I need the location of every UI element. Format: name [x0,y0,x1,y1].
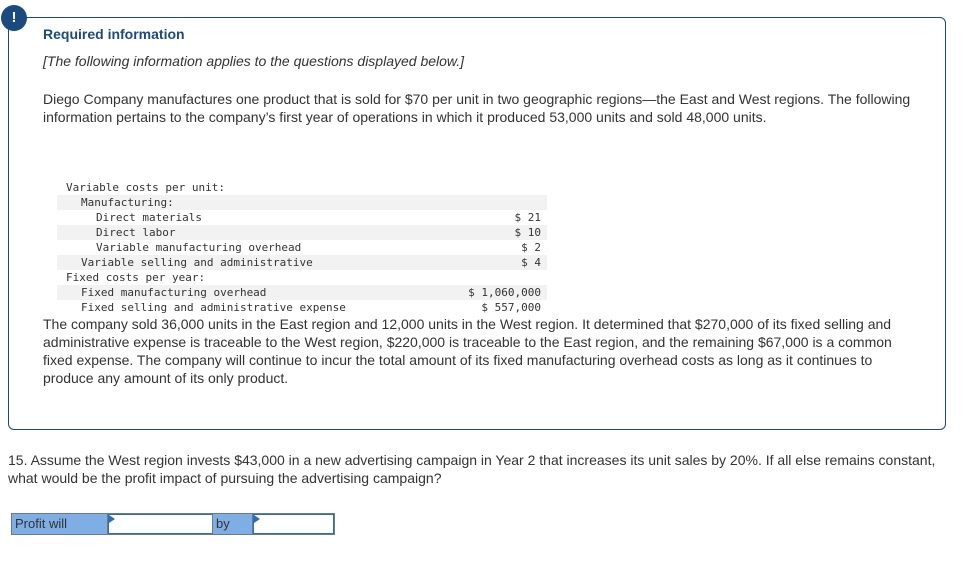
table-row: Fixed manufacturing overhead $ 1,060,000 [57,285,547,300]
by-label: by [213,514,253,534]
row-value: $ 2 [521,241,541,254]
profit-direction-input[interactable] [108,514,213,534]
question-text: 15. Assume the West region invests $43,0… [8,452,936,486]
row-value: $ 10 [441,225,547,240]
row-value [442,270,547,285]
info-paragraph-2: The company sold 36,000 units in the Eas… [43,316,892,386]
row-value: $ 21 [514,211,542,224]
row-value [441,195,547,210]
row-value: $ 557,000 [481,301,541,314]
table-row: Variable costs per unit: [57,180,547,195]
row-label: Variable manufacturing overhead [96,241,302,254]
row-value [442,180,547,195]
table-row: Variable manufacturing overhead $ 2 [57,240,547,255]
info-subtitle: [The following information applies to th… [43,53,465,69]
row-label: Variable selling and administrative [57,255,442,270]
table-row: Direct labor $ 10 [57,225,547,240]
row-label: Fixed costs per year: [66,271,206,284]
cost-table: Variable costs per unit: Manufacturing: … [57,180,547,315]
direction-cell [108,514,213,534]
row-label: Direct labor [57,225,442,240]
info-title: Required information [43,26,185,42]
profit-amount-input[interactable] [253,514,334,534]
info-paragraph-1: Diego Company manufactures one product t… [43,91,911,125]
row-label: Direct materials [96,211,202,224]
alert-icon: ! [1,5,27,31]
row-label: Variable costs per unit: [66,181,225,194]
amount-cell [253,514,334,534]
profit-will-label: Profit will [12,514,108,534]
row-value: $ 4 [441,255,547,270]
table-row: Manufacturing: [57,195,547,210]
row-value: $ 1,060,000 [441,285,547,300]
table-row: Fixed selling and administrative expense… [57,300,547,315]
table-row: Direct materials $ 21 [57,210,547,225]
table-row: Fixed costs per year: [57,270,547,285]
row-label: Manufacturing: [57,195,442,210]
table-row: Variable selling and administrative $ 4 [57,255,547,270]
row-label: Fixed manufacturing overhead [57,285,442,300]
row-label: Fixed selling and administrative expense [81,301,346,314]
answer-row: Profit will by [11,513,335,535]
